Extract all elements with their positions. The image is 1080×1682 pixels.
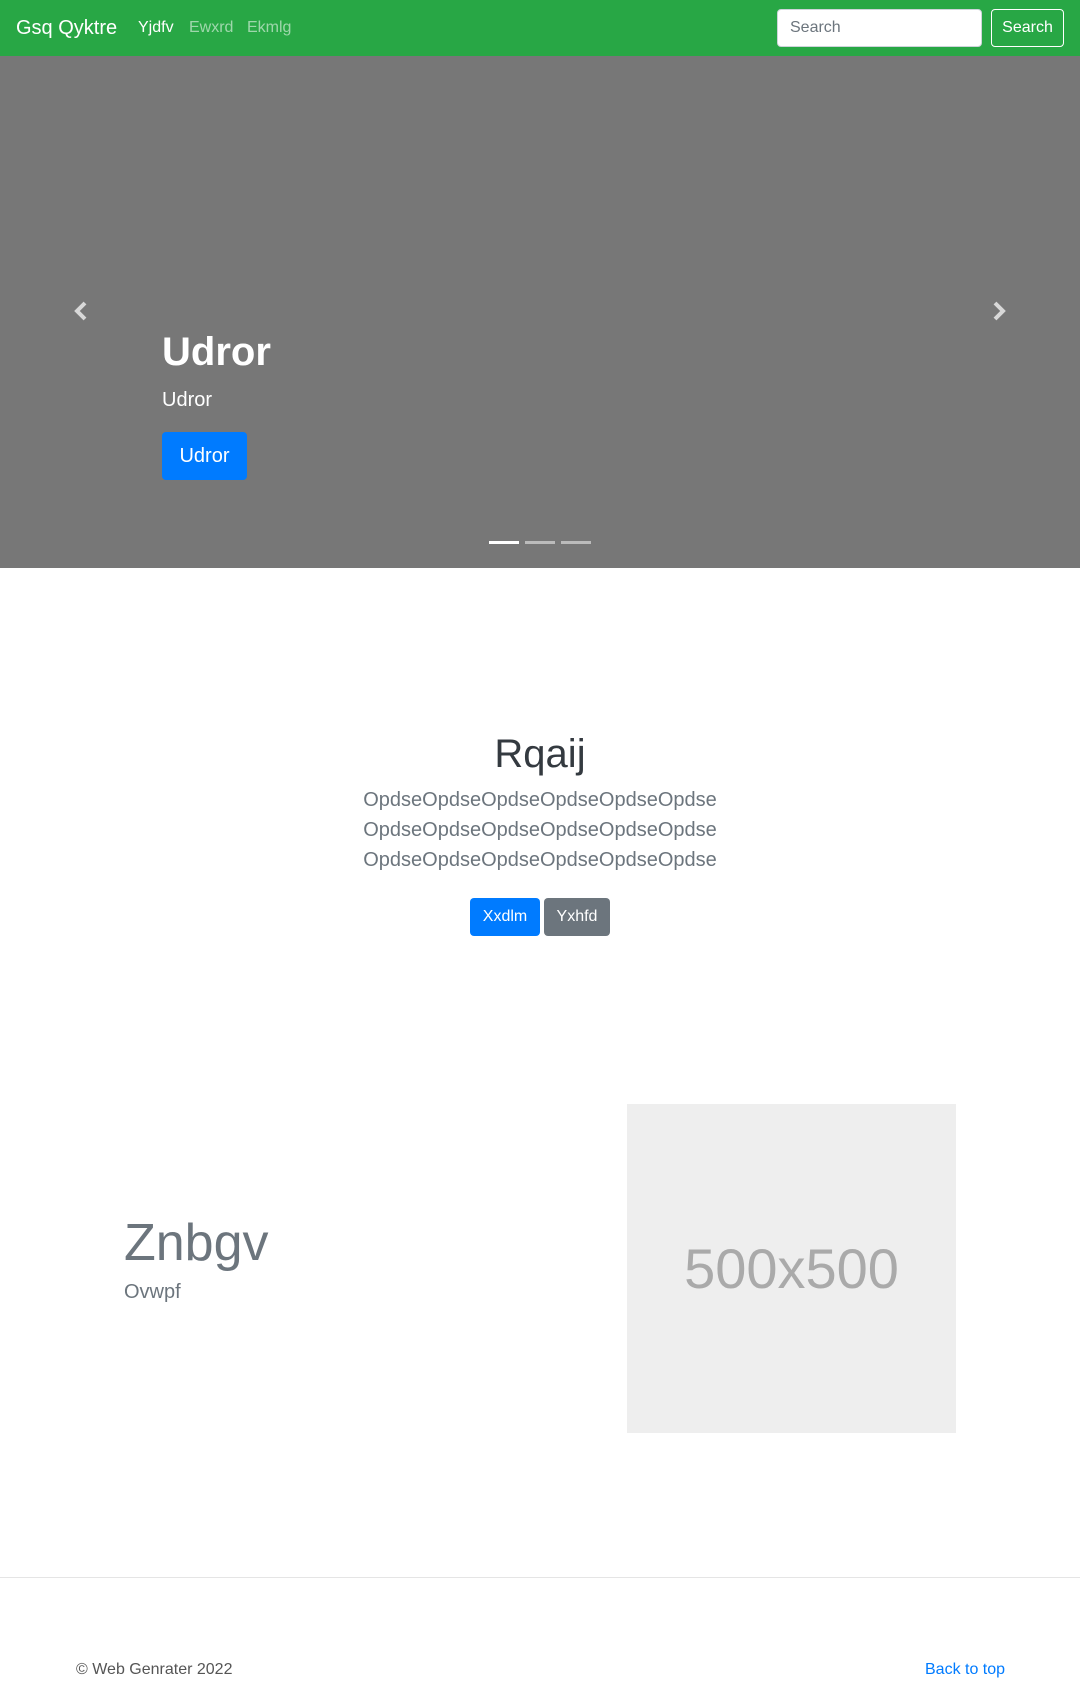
carousel-slide-title: Udror (162, 330, 271, 374)
navbar: Gsq Qyktre Yjdfv Ewxrd Ekmlg Search (0, 0, 1080, 56)
chevron-left-icon (74, 301, 87, 321)
hero-carousel: Udror Udror Udror (0, 56, 1080, 568)
search-input[interactable] (777, 9, 982, 47)
placeholder-size-label: 500x500 (684, 1237, 899, 1300)
chevron-right-icon (993, 301, 1006, 321)
navbar-brand[interactable]: Gsq Qyktre (16, 14, 117, 42)
carousel-prev-button[interactable] (66, 296, 96, 326)
carousel-next-button[interactable] (984, 296, 1014, 326)
intro-lead-line-3: OpdseOpdseOpdseOpdseOpdseOpdse (363, 849, 717, 871)
carousel-slide-button[interactable]: Udror (162, 432, 247, 480)
primary-button[interactable]: Xxdlm (470, 898, 540, 936)
intro-lead-line-1: OpdseOpdseOpdseOpdseOpdseOpdse (363, 789, 717, 811)
footer-copyright: © Web Genrater 2022 (76, 1661, 233, 1678)
carousel-indicators (489, 538, 592, 548)
feature-heading: Znbgv (124, 1214, 269, 1272)
nav-link-ewxrd[interactable]: Ewxrd (189, 17, 233, 39)
carousel-indicator-1[interactable] (489, 541, 519, 544)
footer-divider (0, 1577, 1080, 1578)
back-to-top-link[interactable]: Back to top (925, 1659, 1005, 1681)
feature-image-placeholder: 500x500 (627, 1104, 956, 1433)
secondary-button[interactable]: Yxhfd (544, 898, 610, 936)
intro-lead-line-2: OpdseOpdseOpdseOpdseOpdseOpdse (363, 819, 717, 841)
carousel-indicator-2[interactable] (525, 541, 555, 544)
nav-link-yjdfv[interactable]: Yjdfv (138, 17, 174, 39)
nav-link-ekmlg[interactable]: Ekmlg (247, 17, 291, 39)
feature-subheading: Ovwpf (124, 1281, 181, 1303)
search-button[interactable]: Search (991, 9, 1064, 47)
intro-title: Rqaij (494, 732, 586, 776)
carousel-indicator-3[interactable] (561, 541, 591, 544)
carousel-slide-subtitle: Udror (162, 389, 213, 411)
